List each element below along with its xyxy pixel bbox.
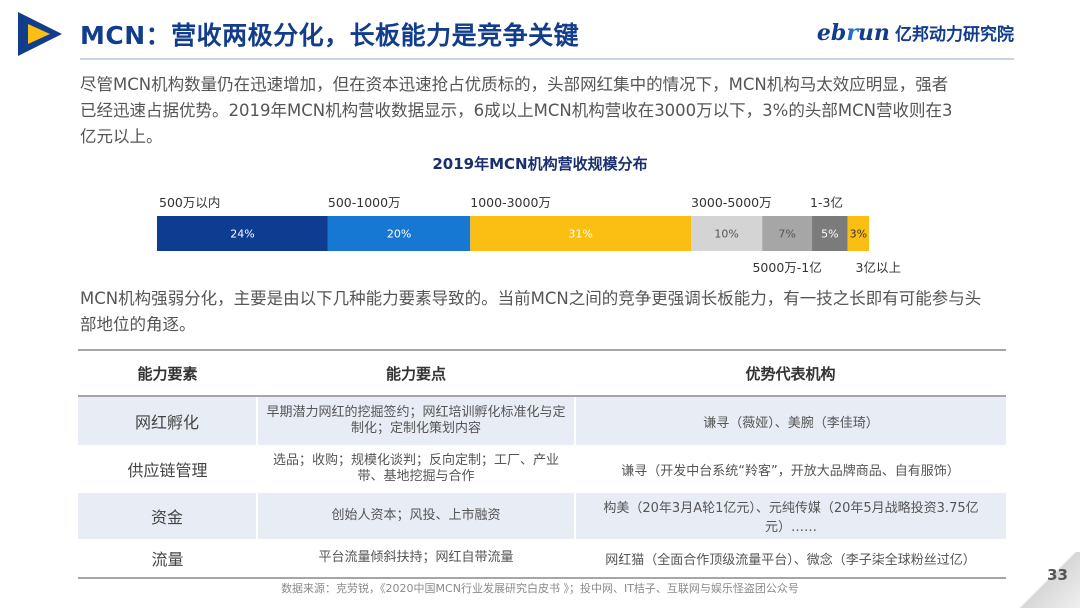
table-cell-orgs: 谦寻（开发中台系统“羚客”，开放大品牌商品、自有服饰） [621, 463, 960, 479]
table-cell-points: 早期潜力网红的挖掘签约；网红培训孵化标准化与定制化；定制化策划内容 [256, 396, 575, 445]
brand-en-r: r [846, 20, 858, 46]
body-paragraph: MCN机构强弱分化，主要是由以下几种能力要素导致的。当前MCN之间的竞争更强调长… [80, 289, 982, 334]
table-row: 流量 平台流量倾斜扶持；网红自带流量 网红猫（全面合作顶级流量平台）、微念（李子… [78, 539, 1006, 579]
header-divider [80, 58, 1014, 60]
table-header-row: 能力要素 能力要点 优势代表机构 [78, 349, 1006, 397]
table-cell-orgs: 网红猫（全面合作顶级流量平台）、微念（李子柒全球粉丝过亿） [575, 539, 1006, 579]
category-label: 5000万-1亿 [752, 260, 821, 275]
category-label: 3亿以上 [856, 260, 901, 275]
revenue-distribution-chart: 24% 500万以内 20% 500-1000万 31% 1000-3000万 10% 300… [157, 195, 901, 275]
intro-paragraph: 尽管MCN机构数量仍在迅速增加，但在资本迅速抢占优质标的，头部网红集中的情况下，… [80, 75, 953, 146]
bar-value-label: 7% [778, 228, 795, 241]
bar-value-label: 24% [230, 228, 254, 241]
logo-mark-icon [18, 12, 62, 56]
table-cell-points-text: 平台流量倾斜扶持；网红自带流量 [318, 550, 514, 565]
capability-table: 能力要素 能力要点 优势代表机构 网红孵化 早期潜力网红的挖掘签约；网红培训孵化… [78, 349, 1006, 579]
table-cell-points: 创始人资本；风投、上市融资 [256, 493, 575, 539]
table-cell-points-text: 早期潜力网红的挖掘签约；网红培训孵化标准化与定制化；定制化策划内容 [266, 405, 566, 436]
brand-cn: 亿邦动力研究院 [895, 25, 1014, 45]
category-label: 500万以内 [159, 195, 220, 210]
table-cell-factor: 供应链管理 [127, 461, 208, 480]
table-cell-factor: 网红孵化 [78, 396, 257, 445]
bar-value-label: 3% [850, 228, 867, 241]
table-cell-orgs: 谦寻（薇娅）、美腕（李佳琦） [574, 396, 1006, 445]
category-label: 3000-5000万 [691, 195, 772, 210]
table-cell-factor: 流量 [78, 539, 257, 579]
table-header-orgs: 优势代表机构 [575, 349, 1006, 397]
table-cell-orgs: 构美（20年3月A轮1亿元）、元纯传媒（20年5月战略投资3.75亿元）…… [574, 493, 1006, 539]
table-cell-points-text: 选品；收购；规模化谈判；反向定制；工厂、产业带、基地挖掘与合作 [272, 453, 559, 484]
bar-value-label: 10% [714, 228, 738, 241]
table-header-points: 能力要点 [257, 349, 575, 397]
table-cell-points-text: 创始人资本；风投、上市融资 [331, 508, 501, 523]
brand-en-suffix: un [857, 20, 890, 46]
table-cell-factor: 资金 [78, 493, 257, 539]
bar-value-label: 20% [387, 228, 411, 241]
bar-value-label: 5% [821, 228, 838, 241]
page-title: MCN：营收两极分化，长板能力是竞争关键 [80, 21, 580, 50]
category-label: 1000-3000万 [470, 195, 551, 210]
table-row: 资金 创始人资本；风投、上市融资 构美（20年3月A轮1亿元）、元纯传媒（20年… [78, 493, 1006, 539]
brand-en-prefix: eb [816, 20, 847, 46]
table-header-factor: 能力要素 [78, 349, 257, 397]
table-cell-points: 平台流量倾斜扶持；网红自带流量 [257, 539, 575, 579]
brand-logo: ebrun 亿邦动力研究院 [817, 20, 1014, 46]
category-label: 500-1000万 [328, 195, 401, 210]
source-note: 数据来源：克劳锐，《2020中国MCN行业发展研究白皮书 》；投中网、IT桔子、… [281, 582, 799, 595]
table-row: 网红孵化 早期潜力网红的挖掘签约；网红培训孵化标准化与定制化；定制化策划内容 谦… [78, 396, 1006, 445]
chart-title: 2019年MCN机构营收规模分布 [432, 155, 648, 173]
category-label: 1-3亿 [810, 195, 843, 210]
bar-value-label: 31% [568, 228, 592, 241]
page-number: 33 [1047, 566, 1068, 584]
table-row: 供应链管理 选品；收购；规模化谈判；反向定制；工厂、产业带、基地挖掘与合作 谦寻… [78, 445, 1006, 493]
table-cell-points: 选品；收购；规模化谈判；反向定制；工厂、产业带、基地挖掘与合作 [257, 445, 575, 493]
